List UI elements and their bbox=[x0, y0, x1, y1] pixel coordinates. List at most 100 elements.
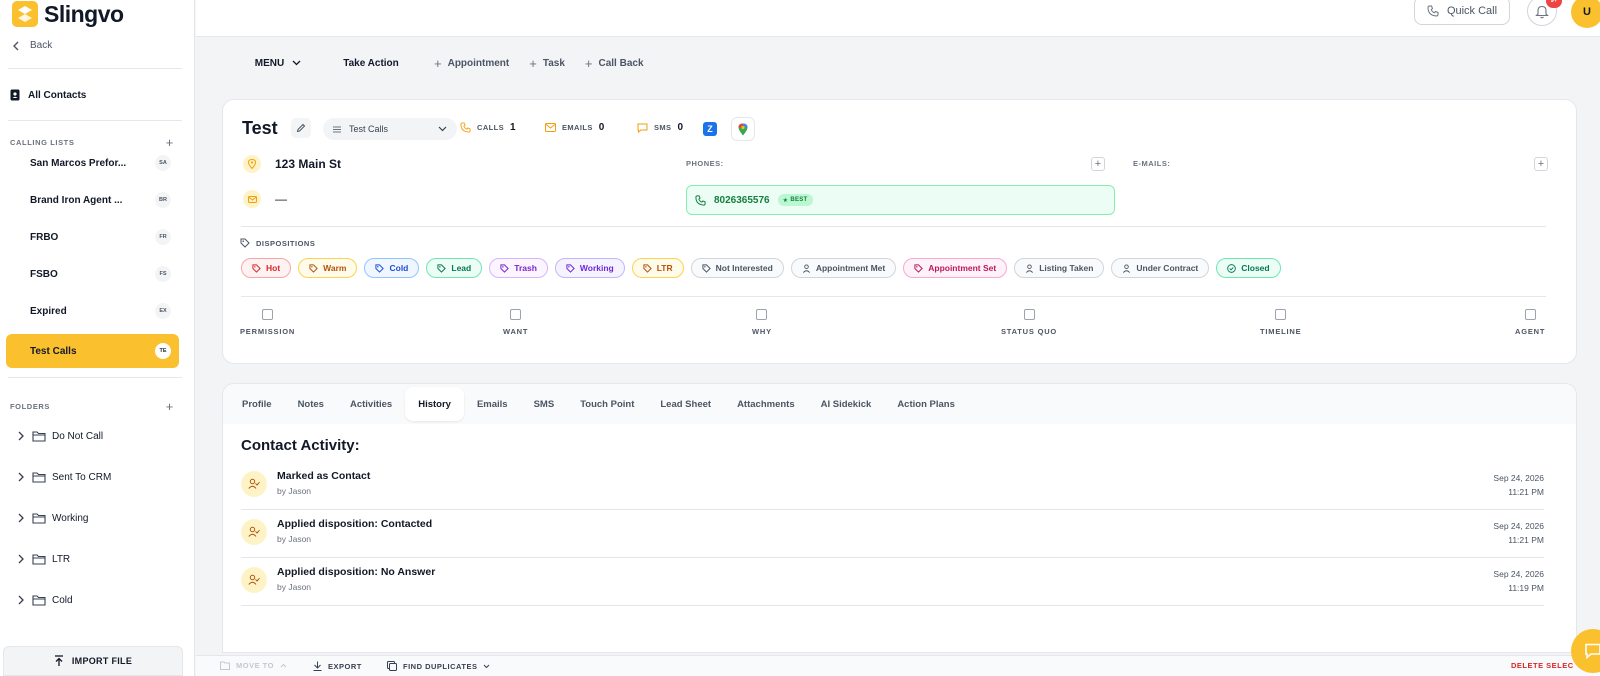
disposition-chip-not-interested[interactable]: Not Interested bbox=[690, 258, 784, 278]
checkbox[interactable] bbox=[262, 309, 274, 320]
chevron-right-icon bbox=[18, 595, 24, 605]
quick-call-button[interactable]: Quick Call bbox=[1414, 0, 1510, 25]
checkbox[interactable] bbox=[1023, 309, 1035, 320]
task-label: Task bbox=[542, 57, 565, 69]
calling-list-item-active[interactable]: Test Calls TE bbox=[6, 334, 179, 368]
add-task-button[interactable]: + Task bbox=[529, 56, 565, 71]
tab-activities[interactable]: Activities bbox=[337, 387, 405, 421]
emails-stat: EMAILS 0 bbox=[545, 122, 605, 133]
checklist-permission[interactable]: PERMISSION bbox=[240, 309, 295, 336]
checkbox[interactable] bbox=[756, 309, 768, 320]
tab-emails[interactable]: Emails bbox=[464, 387, 521, 421]
disposition-chip-warm[interactable]: Warm bbox=[298, 258, 358, 278]
checklist-why[interactable]: WHY bbox=[752, 309, 772, 336]
plus-icon: + bbox=[529, 55, 537, 71]
chat-bubble-icon bbox=[637, 123, 648, 133]
phone-number: 8026365576 bbox=[714, 194, 770, 206]
tag-icon bbox=[375, 263, 385, 273]
back-link[interactable]: Back bbox=[12, 40, 52, 51]
activity-title-text: Marked as Contact bbox=[277, 470, 371, 482]
folder-item[interactable]: Cold bbox=[16, 594, 73, 606]
import-file-button[interactable]: IMPORT FILE bbox=[3, 646, 183, 676]
disposition-chip-hot[interactable]: Hot bbox=[241, 258, 292, 278]
disposition-chip-working[interactable]: Working bbox=[554, 258, 625, 278]
tab-sms[interactable]: SMS bbox=[521, 387, 568, 421]
take-action-button[interactable]: Take Action bbox=[328, 48, 414, 78]
disposition-chip-cold[interactable]: Cold bbox=[364, 258, 420, 278]
checklist-timeline[interactable]: TIMELINE bbox=[1260, 309, 1301, 336]
disposition-label: Cold bbox=[389, 263, 409, 273]
tab-profile[interactable]: Profile bbox=[229, 387, 285, 421]
list-label: FSBO bbox=[30, 268, 58, 280]
all-contacts-link[interactable]: All Contacts bbox=[10, 89, 86, 101]
checklist-want[interactable]: WANT bbox=[503, 309, 528, 336]
folder-item[interactable]: LTR bbox=[16, 553, 70, 565]
delete-selected-button[interactable]: DELETE SELEC bbox=[1511, 661, 1574, 670]
list-badge: FS bbox=[155, 266, 171, 282]
checklist-label: TIMELINE bbox=[1260, 327, 1302, 336]
menu-dropdown-button[interactable]: MENU bbox=[241, 48, 315, 78]
calling-list-item[interactable]: Brand Iron Agent ... BR bbox=[6, 183, 179, 217]
calling-list-select[interactable]: Test Calls bbox=[323, 118, 457, 140]
add-phone-button[interactable]: + bbox=[1091, 157, 1105, 171]
add-folder-icon[interactable]: + bbox=[166, 399, 174, 414]
tag-icon bbox=[914, 263, 924, 273]
tab-touch-point[interactable]: Touch Point bbox=[567, 387, 647, 421]
download-icon bbox=[313, 661, 322, 671]
disposition-chip-appointment-met[interactable]: Appointment Met bbox=[790, 258, 897, 278]
move-to-button[interactable]: MOVE TO bbox=[220, 661, 287, 670]
folders-header: FOLDERS + bbox=[10, 399, 174, 414]
folder-item[interactable]: Do Not Call bbox=[16, 430, 103, 442]
dispositions-list: Hot Warm Cold Lead Trash Working LTR Not Intere… bbox=[241, 258, 1281, 278]
find-duplicates-button[interactable]: FIND DUPLICATES bbox=[387, 661, 490, 671]
checkbox[interactable] bbox=[510, 309, 522, 320]
phone-entry[interactable]: 8026365576 ★ BEST bbox=[686, 185, 1115, 215]
checkbox[interactable] bbox=[1524, 309, 1536, 320]
calling-list-item[interactable]: Expired EX bbox=[6, 294, 179, 328]
person-icon bbox=[802, 263, 811, 273]
tab-history[interactable]: History bbox=[405, 387, 464, 421]
folder-item[interactable]: Working bbox=[16, 512, 89, 524]
tab-notes[interactable]: Notes bbox=[285, 387, 337, 421]
calling-list-item[interactable]: San Marcos Prefor... SA bbox=[6, 146, 179, 180]
import-file-label: IMPORT FILE bbox=[71, 656, 133, 666]
chevron-down-icon bbox=[438, 126, 447, 132]
google-maps-button[interactable] bbox=[731, 117, 755, 141]
add-email-button[interactable]: + bbox=[1534, 157, 1548, 171]
calling-list-item[interactable]: FRBO FR bbox=[6, 220, 179, 254]
slingvo-logo-icon bbox=[12, 1, 38, 27]
disposition-chip-ltr[interactable]: LTR bbox=[631, 258, 684, 278]
disposition-chip-listing-taken[interactable]: Listing Taken bbox=[1014, 258, 1105, 278]
checklist-status-quo[interactable]: STATUS QUO bbox=[1001, 309, 1057, 336]
checklist-agent[interactable]: AGENT bbox=[1515, 309, 1545, 336]
folder-label: LTR bbox=[52, 553, 71, 565]
user-avatar[interactable]: U bbox=[1571, 0, 1600, 28]
disposition-chip-under-contract[interactable]: Under Contract bbox=[1111, 258, 1210, 278]
zillow-button[interactable]: Z bbox=[698, 117, 722, 141]
tab-action-plans[interactable]: Action Plans bbox=[884, 387, 968, 421]
list-label: Brand Iron Agent ... bbox=[30, 194, 123, 206]
duplicate-icon bbox=[387, 661, 397, 671]
add-call-back-button[interactable]: + Call Back bbox=[585, 56, 644, 71]
export-button[interactable]: EXPORT bbox=[313, 661, 362, 671]
tab-ai-sidekick[interactable]: AI Sidekick bbox=[808, 387, 885, 421]
disposition-chip-lead[interactable]: Lead bbox=[426, 258, 483, 278]
disposition-label: Under Contract bbox=[1136, 263, 1199, 273]
user-check-icon bbox=[241, 471, 267, 497]
disposition-chip-trash[interactable]: Trash bbox=[489, 258, 548, 278]
tab-lead-sheet[interactable]: Lead Sheet bbox=[647, 387, 724, 421]
best-label: BEST bbox=[790, 197, 808, 203]
list-badge: EX bbox=[155, 303, 171, 319]
calling-list-item[interactable]: FSBO FS bbox=[6, 257, 179, 291]
chevron-right-icon bbox=[18, 472, 24, 482]
edit-contact-button[interactable] bbox=[291, 118, 311, 138]
disposition-chip-closed[interactable]: Closed bbox=[1216, 258, 1281, 278]
disposition-chip-appointment-set[interactable]: Appointment Set bbox=[903, 258, 1008, 278]
tab-attachments[interactable]: Attachments bbox=[724, 387, 808, 421]
checkbox[interactable] bbox=[1275, 309, 1287, 320]
best-badge: ★ BEST bbox=[777, 194, 813, 206]
folder-item[interactable]: Sent To CRM bbox=[16, 471, 111, 483]
calls-stat: CALLS 1 bbox=[460, 122, 516, 133]
add-appointment-button[interactable]: + Appointment bbox=[434, 56, 509, 71]
activity-date: Sep 24, 2026 bbox=[1493, 521, 1544, 531]
